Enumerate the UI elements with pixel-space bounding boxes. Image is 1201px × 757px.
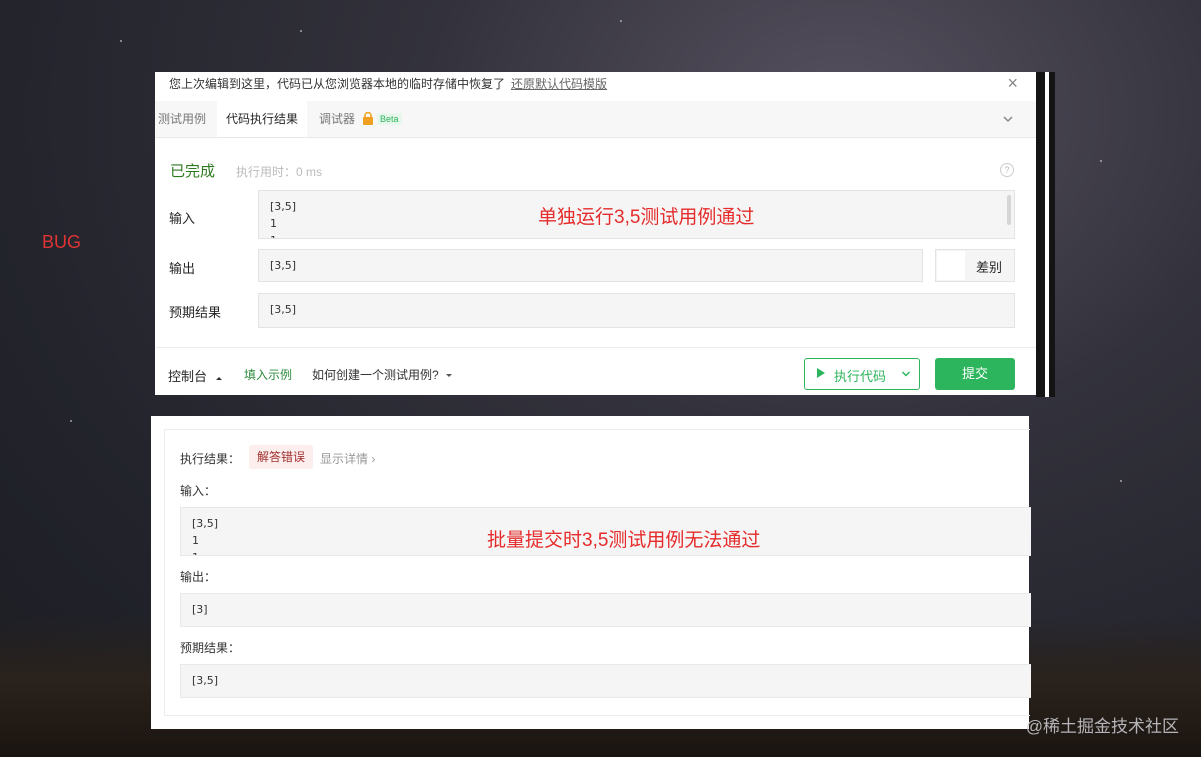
expected-label: 预期结果 <box>169 305 222 320</box>
submission-input-label: 输入： <box>180 484 217 498</box>
submission-output-label: 输出： <box>180 570 217 584</box>
console-label: 控制台 <box>168 369 208 384</box>
how-to-label: 如何创建一个测试用例? <box>312 368 439 382</box>
bug-annotation: BUG <box>42 232 82 252</box>
star <box>120 40 122 42</box>
input-line: 1 <box>192 551 199 555</box>
code-run-panel: 您上次编辑到这里，代码已从您浏览器本地的临时存储中恢复了 还原默认代码模版 × … <box>155 72 1036 395</box>
chevron-down-icon <box>901 371 911 377</box>
input-line: 1 <box>192 534 199 547</box>
help-icon[interactable]: ? <box>1000 163 1014 177</box>
output-value: [3,5] <box>270 259 297 272</box>
run-code-label: 执行代码 <box>834 369 887 384</box>
beta-badge: Beta <box>377 113 402 125</box>
submission-result-card: 执行结果： 解答错误 显示详情 › 输入： [3,5] 1 1 批量提交时3,5… <box>164 429 1031 716</box>
input-label: 输入 <box>169 211 196 226</box>
submission-expected-label: 预期结果： <box>180 641 241 655</box>
tab-debugger[interactable]: 调试器 <box>319 101 355 137</box>
submission-expected-box: [3,5] <box>180 664 1031 698</box>
divider <box>155 347 1036 348</box>
submission-result-panel: 执行结果： 解答错误 显示详情 › 输入： [3,5] 1 1 批量提交时3,5… <box>151 416 1031 729</box>
tab-test-cases[interactable]: 测试用例 <box>158 101 206 137</box>
submit-button[interactable]: 提交 <box>935 358 1015 390</box>
batch-submit-annotation: 批量提交时3,5测试用例无法通过 <box>487 530 761 551</box>
input-line: [3,5] <box>270 200 297 213</box>
play-icon <box>817 368 825 378</box>
output-label: 输出 <box>169 261 196 276</box>
diff-toggle[interactable] <box>937 251 965 280</box>
wrong-answer-badge: 解答错误 <box>249 445 314 469</box>
tab-run-result[interactable]: 代码执行结果 <box>217 101 308 137</box>
console-button[interactable]: 控制台 <box>168 366 223 385</box>
submission-output-value: [3] <box>192 603 208 616</box>
exec-time: 执行用时：0 ms <box>236 163 322 180</box>
run-status: 已完成 <box>170 163 216 180</box>
submission-expected-value: [3,5] <box>192 674 219 687</box>
diff-label: 差别 <box>976 260 1003 275</box>
run-code-button[interactable]: 执行代码 <box>804 358 920 390</box>
star <box>70 420 72 422</box>
result-label: 执行结果： <box>180 452 241 466</box>
chevron-down-icon[interactable] <box>1002 113 1014 125</box>
restore-default-link[interactable]: 还原默认代码模版 <box>511 75 607 92</box>
result-tabs: 测试用例 代码执行结果 调试器 Beta <box>155 101 1036 138</box>
lock-icon <box>363 112 373 125</box>
scrollbar[interactable] <box>1007 195 1011 225</box>
expected-box: [3,5] <box>258 293 1015 328</box>
exec-time-value: 0 ms <box>296 165 323 179</box>
star <box>300 30 302 32</box>
watermark: @稀土掘金技术社区 <box>1025 717 1179 736</box>
restore-notice: 您上次编辑到这里，代码已从您浏览器本地的临时存储中恢复了 还原默认代码模版 × <box>155 72 1036 100</box>
star <box>620 20 622 22</box>
caret-down-icon <box>446 374 453 377</box>
fill-example-link[interactable]: 填入示例 <box>244 366 292 383</box>
how-to-create-test-link[interactable]: 如何创建一个测试用例? <box>312 366 453 383</box>
notice-text: 您上次编辑到这里，代码已从您浏览器本地的临时存储中恢复了 <box>169 77 506 91</box>
input-line: 1 <box>270 217 277 230</box>
star <box>1120 480 1122 482</box>
star <box>1100 160 1102 162</box>
caret-up-icon <box>215 377 222 380</box>
panel-edge-strip <box>1045 72 1049 397</box>
input-line: 1 <box>270 234 277 238</box>
output-box: [3,5] <box>258 249 923 282</box>
expected-value: [3,5] <box>270 303 297 316</box>
exec-time-label: 执行用时： <box>236 165 297 179</box>
close-icon[interactable]: × <box>1007 73 1018 94</box>
diff-toggle-group: 差别 <box>935 249 1015 282</box>
single-run-annotation: 单独运行3,5测试用例通过 <box>538 207 755 228</box>
submission-output-box: [3] <box>180 593 1031 627</box>
show-details-link[interactable]: 显示详情 › <box>320 450 375 467</box>
input-line: [3,5] <box>192 517 219 530</box>
